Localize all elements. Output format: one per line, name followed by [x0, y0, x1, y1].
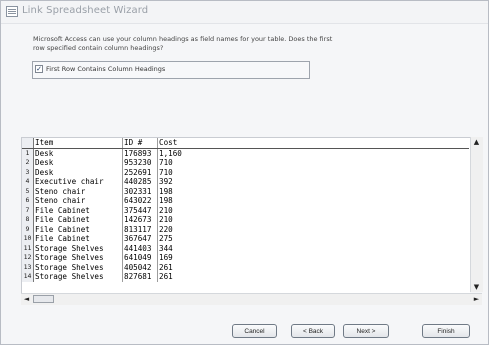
row-number: 14: [22, 272, 34, 282]
first-row-headings-option: ✓ First Row Contains Column Headings: [32, 61, 310, 79]
intro-line-1: Microsoft Access can use your column hea…: [33, 35, 333, 43]
item-cell: File Cabinet: [33, 234, 123, 244]
item-cell: Steno chair: [33, 186, 123, 196]
horizontal-scrollbar[interactable]: ◄ ►: [21, 293, 482, 305]
grid-row: 4 Executive chair 440285 392: [22, 177, 469, 187]
item-cell: Storage Shelves: [33, 253, 123, 263]
window-title: Link Spreadsheet Wizard: [22, 5, 149, 16]
grid-row: 1 Desk 176893 1,160: [22, 148, 469, 158]
id-cell: 643022: [122, 196, 158, 206]
column-header: Cost: [157, 138, 469, 149]
row-number: 4: [22, 177, 34, 187]
grid-row: 10 File Cabinet 367647 275: [22, 234, 469, 244]
vertical-scrollbar[interactable]: ▲ ▼: [470, 137, 483, 292]
id-cell: 142673: [122, 215, 158, 225]
grid-row: 3 Desk 252691 710: [22, 167, 469, 177]
cost-cell: 1,160: [159, 148, 182, 158]
item-cell: Desk: [33, 167, 123, 177]
data-preview-table: Item ID # Cost 1 Desk 176893 1,160 2 Desk 953230 7…: [22, 138, 469, 282]
row-number: 7: [22, 205, 34, 215]
row-number-header: [22, 138, 34, 149]
item-cell: Desk: [33, 148, 123, 158]
row-number: 8: [22, 215, 34, 225]
next-button[interactable]: Next >: [343, 324, 389, 338]
intro-line-2: row specified contain column headings?: [33, 44, 164, 52]
id-cell: 176893: [122, 148, 158, 158]
grid-row: 12 Storage Shelves 641049 169: [22, 253, 469, 263]
id-cell: 375447: [122, 205, 158, 215]
id-cell: 440285: [122, 177, 158, 187]
id-cell: 302331: [122, 186, 158, 196]
grid-row: 9 File Cabinet 813117 220: [22, 224, 469, 234]
row-number: 5: [22, 186, 34, 196]
grid-row: 13 Storage Shelves 405042 261: [22, 262, 469, 272]
item-cell: Steno chair: [33, 196, 123, 206]
cost-cell: 210: [159, 205, 173, 215]
row-number: 1: [22, 148, 34, 158]
id-cell: 953230: [122, 158, 158, 168]
grid-row: 7 File Cabinet 375447 210: [22, 205, 469, 215]
wizard-window-icon: [6, 6, 18, 17]
row-number: 12: [22, 253, 34, 263]
row-number: 9: [22, 224, 34, 234]
id-cell: 813117: [122, 224, 158, 234]
scroll-up-icon[interactable]: ▲: [471, 137, 482, 147]
scroll-down-icon[interactable]: ▼: [471, 282, 482, 292]
back-button[interactable]: < Back: [291, 324, 335, 338]
item-cell: Storage Shelves: [33, 272, 123, 282]
grid-row: 5 Steno chair 302331 198: [22, 186, 469, 196]
scroll-left-icon[interactable]: ◄: [21, 294, 32, 304]
cost-cell: 392: [159, 177, 173, 186]
grid-row: 14 Storage Shelves 827681 261: [22, 272, 469, 282]
scroll-right-icon[interactable]: ►: [471, 294, 482, 304]
first-row-headings-label[interactable]: First Row Contains Column Headings: [46, 65, 165, 73]
row-number: 13: [22, 262, 34, 272]
cancel-button[interactable]: Cancel: [232, 324, 277, 338]
grid-row: 2 Desk 953230 710: [22, 158, 469, 168]
id-cell: 405042: [122, 262, 158, 272]
grid-row: 6 Steno chair 643022 198: [22, 196, 469, 206]
finish-button[interactable]: Finish: [422, 324, 470, 338]
item-cell: Executive chair: [33, 177, 123, 187]
cost-cell: 261: [159, 262, 173, 272]
cost-cell: 275: [159, 234, 173, 243]
row-number: 6: [22, 196, 34, 206]
data-preview-grid[interactable]: Item ID # Cost 1 Desk 176893 1,160 2 Desk 953230 7…: [21, 137, 470, 293]
link-spreadsheet-wizard-window: Link Spreadsheet Wizard Microsoft Access…: [0, 0, 489, 345]
cost-cell: 220: [159, 224, 173, 234]
cost-cell: 710: [159, 167, 173, 177]
id-cell: 367647: [122, 234, 158, 244]
cost-cell: 710: [159, 158, 173, 167]
cost-cell: 198: [159, 196, 173, 205]
item-cell: Storage Shelves: [33, 262, 123, 272]
item-cell: File Cabinet: [33, 205, 123, 215]
cost-cell: 210: [159, 215, 173, 224]
first-row-headings-checkbox[interactable]: ✓: [35, 65, 43, 73]
row-number: 11: [22, 243, 34, 253]
title-bar: Link Spreadsheet Wizard: [1, 1, 488, 24]
id-cell: 441403: [122, 243, 158, 253]
cost-cell: 169: [159, 253, 173, 262]
item-cell: File Cabinet: [33, 215, 123, 225]
horizontal-scroll-thumb[interactable]: [33, 295, 54, 303]
item-cell: File Cabinet: [33, 224, 123, 234]
id-cell: 252691: [122, 167, 158, 177]
column-header: ID #: [122, 138, 158, 149]
intro-text: Microsoft Access can use your column hea…: [33, 35, 363, 53]
id-cell: 827681: [122, 272, 158, 282]
cost-cell: 198: [159, 186, 173, 196]
row-number: 3: [22, 167, 34, 177]
item-cell: Desk: [33, 158, 123, 168]
id-cell: 641049: [122, 253, 158, 263]
grid-row: 8 File Cabinet 142673 210: [22, 215, 469, 225]
row-number: 2: [22, 158, 34, 168]
cost-cell: 261: [159, 272, 173, 281]
cost-cell: 344: [159, 243, 173, 253]
item-cell: Storage Shelves: [33, 243, 123, 253]
grid-row: 11 Storage Shelves 441403 344: [22, 243, 469, 253]
grid-header-row: Item ID # Cost: [22, 138, 469, 149]
column-header: Item: [33, 138, 123, 149]
row-number: 10: [22, 234, 34, 244]
